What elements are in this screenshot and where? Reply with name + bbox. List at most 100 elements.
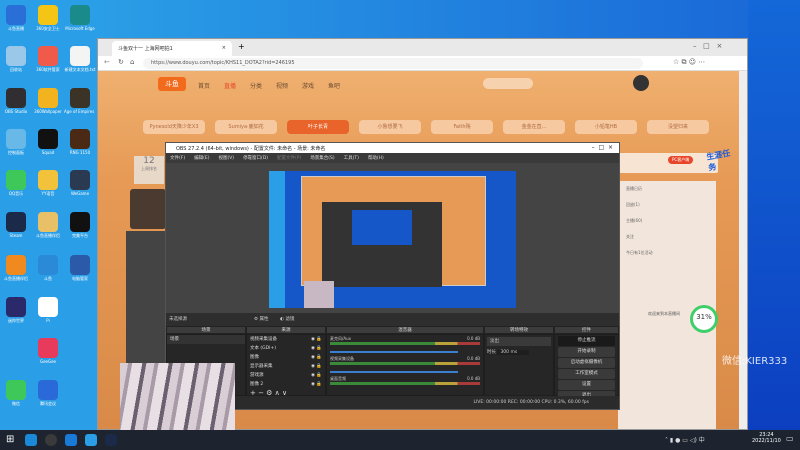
streamer-chip[interactable]: 金金在直... — [503, 120, 565, 134]
source-item[interactable]: 图像 ◉ 🔒 — [247, 353, 325, 362]
clock[interactable]: 23:24 2022/11/10 — [752, 432, 781, 444]
desktop-icon[interactable]: 斗鱼直播伴侣 — [32, 212, 64, 238]
desktop-icon[interactable]: OBS Studio — [0, 88, 32, 114]
source-item[interactable]: 视频采集设备 ◉ 🔒 — [247, 335, 325, 344]
desktop-icon[interactable]: 斗鱼 — [32, 255, 64, 281]
desktop-icon[interactable]: 迷你世界 — [0, 297, 32, 323]
search-input[interactable] — [483, 78, 533, 89]
network-speed-widget[interactable]: 31% — [690, 305, 718, 333]
desktop-icon[interactable]: Steam — [0, 212, 32, 238]
obs-menu-item[interactable]: 编辑(E) — [194, 156, 209, 161]
nav-item[interactable]: 首页 — [198, 81, 210, 90]
desktop-icon[interactable]: 360Wallpaper — [32, 88, 64, 114]
mission-badge[interactable]: 生涯任务 — [706, 147, 741, 182]
new-tab-icon[interactable]: + — [238, 42, 245, 51]
desktop-icon[interactable]: 斗鱼直播 — [0, 5, 32, 31]
pc-client-button[interactable]: PC客户端 — [668, 156, 694, 164]
nav-item[interactable]: 分类 — [250, 81, 262, 90]
close-tab-icon[interactable]: × — [222, 45, 226, 51]
url-input[interactable]: https://www.douyu.com/topic/KHS11_DOTA2?… — [143, 58, 643, 69]
refresh-icon[interactable]: ↻ — [118, 58, 124, 66]
nav-item[interactable]: 鱼吧 — [328, 81, 340, 90]
right-panel-item[interactable]: 回放(1) — [618, 197, 716, 213]
streamer-chip[interactable]: 小铅笔HB — [575, 120, 637, 134]
desktop-icon[interactable]: Pi — [32, 297, 64, 323]
obs-window-controls[interactable]: – □ × — [592, 144, 613, 151]
nav-item[interactable]: 直播 — [224, 81, 236, 90]
obs-menu-item[interactable]: 工具(T) — [344, 156, 359, 161]
visibility-lock-icons[interactable]: ◉ 🔒 — [311, 335, 322, 344]
source-item[interactable]: 文本 (GDI+) ◉ 🔒 — [247, 344, 325, 353]
desktop-icon[interactable]: 回收站 — [0, 46, 32, 72]
desktop-icon[interactable]: 电脑管家 — [64, 255, 96, 281]
obs-menu-item[interactable]: 场景集合(S) — [310, 156, 334, 161]
settings-button[interactable]: 设置 — [558, 380, 615, 390]
streamer-chip[interactable]: Faith殇 — [431, 120, 493, 134]
desktop-icon[interactable]: QQ音乐 — [0, 170, 32, 196]
window-controls[interactable]: – □ × — [693, 42, 722, 50]
page-scrollbar[interactable] — [739, 71, 747, 429]
desktop-icon[interactable]: Microsoft Edge — [64, 5, 96, 31]
avatar[interactable] — [633, 75, 649, 91]
nav-item[interactable]: 视频 — [276, 81, 288, 90]
visibility-lock-icons[interactable]: ◉ 🔒 — [311, 371, 322, 380]
streamer-chip[interactable]: 没望归来 — [647, 120, 709, 134]
start-recording-button[interactable]: 开始录制 — [558, 347, 615, 357]
right-panel-item[interactable]: 今日有1位活动 — [618, 245, 716, 261]
right-panel-item[interactable]: 直播日历 — [618, 181, 716, 197]
douyu-logo[interactable]: 斗鱼 — [158, 77, 186, 91]
visibility-lock-icons[interactable]: ◉ 🔒 — [311, 362, 322, 371]
toolbar-icons[interactable]: ☆ ⧉ ☺ ⋯ — [673, 58, 705, 67]
desktop-icon[interactable]: RNG 1150 — [64, 129, 96, 155]
virtual-camera-button[interactable]: 启动虚拟摄像机 — [558, 358, 615, 368]
visibility-lock-icons[interactable]: ◉ 🔒 — [311, 344, 322, 353]
desktop-icon[interactable]: 新建文本文档.txt — [64, 46, 96, 72]
obs-menu-item[interactable]: 配置文件(P) — [277, 156, 301, 161]
douyu-taskbar-icon[interactable] — [85, 434, 97, 446]
obs-taskbar-icon[interactable] — [45, 434, 57, 446]
desktop-icon[interactable]: GeeGee — [32, 338, 64, 364]
streamer-chip[interactable]: Pynesold天降少年X3 — [143, 120, 205, 134]
desktop-icon[interactable]: 微信 — [0, 380, 32, 406]
desktop-icon[interactable]: Squad — [32, 129, 64, 155]
start-icon[interactable]: ⊞ — [6, 434, 14, 445]
volume-slider[interactable] — [330, 351, 458, 353]
steam-taskbar-icon[interactable] — [105, 434, 117, 446]
streamer-chip[interactable]: 小鲁想要飞 — [359, 120, 421, 134]
filters-button[interactable]: ◐ 滤镜 — [280, 313, 294, 326]
scene-item[interactable]: 场景 — [167, 335, 245, 344]
desktop-icon[interactable]: YY语音 — [32, 170, 64, 196]
ime-indicator[interactable]: 中 — [699, 437, 705, 444]
right-panel-item[interactable]: 关注 — [618, 229, 716, 245]
desktop-icon[interactable]: WeGame — [64, 170, 96, 196]
obs-menu-item[interactable]: 停靠窗口(D) — [243, 156, 268, 161]
app-taskbar-icon[interactable] — [65, 434, 77, 446]
transition-select[interactable]: 淡出 — [487, 337, 551, 346]
browser-tab[interactable]: 斗鱼双十一 上海网吧拍1 × — [112, 41, 232, 56]
volume-slider[interactable] — [330, 371, 458, 373]
obs-menu-item[interactable]: 视图(V) — [218, 156, 234, 161]
stop-streaming-button[interactable]: 停止推流 — [558, 336, 615, 346]
desktop-icon[interactable]: 腾讯会议 — [32, 380, 64, 406]
visibility-lock-icons[interactable]: ◉ 🔒 — [311, 353, 322, 362]
nav-item[interactable]: 游戏 — [302, 81, 314, 90]
tray-icons[interactable]: ˄ ▮ ● ▭ ◁) 中 — [665, 435, 705, 444]
desktop-icon[interactable]: 360安全卫士 — [32, 5, 64, 31]
source-item[interactable]: 显示器采集 ◉ 🔒 — [247, 362, 325, 371]
right-panel-item[interactable]: 主播(60) — [618, 213, 716, 229]
streamer-chip[interactable]: 叶子长青 — [287, 120, 349, 134]
edge-taskbar-icon[interactable] — [25, 434, 37, 446]
obs-preview[interactable] — [166, 163, 619, 313]
visibility-lock-icons[interactable]: ◉ 🔒 — [311, 380, 322, 389]
source-item[interactable]: 游戏源 ◉ 🔒 — [247, 371, 325, 380]
properties-button[interactable]: ⚙ 属性 — [254, 313, 268, 326]
home-icon[interactable]: ⌂ — [130, 58, 134, 66]
streamer-chip[interactable]: Sumiya·鹿如花 — [215, 120, 277, 134]
streamer-thumbnail[interactable] — [130, 189, 166, 229]
obs-menu-item[interactable]: 帮助(H) — [368, 156, 384, 161]
desktop-icon[interactable]: 控制面板 — [0, 129, 32, 155]
source-item[interactable]: 图像 2 ◉ 🔒 — [247, 380, 325, 389]
duration-input[interactable]: 300 ms — [497, 350, 530, 355]
desktop-icon[interactable]: 360软件管家 — [32, 46, 64, 72]
obs-menu-item[interactable]: 文件(F) — [170, 156, 185, 161]
